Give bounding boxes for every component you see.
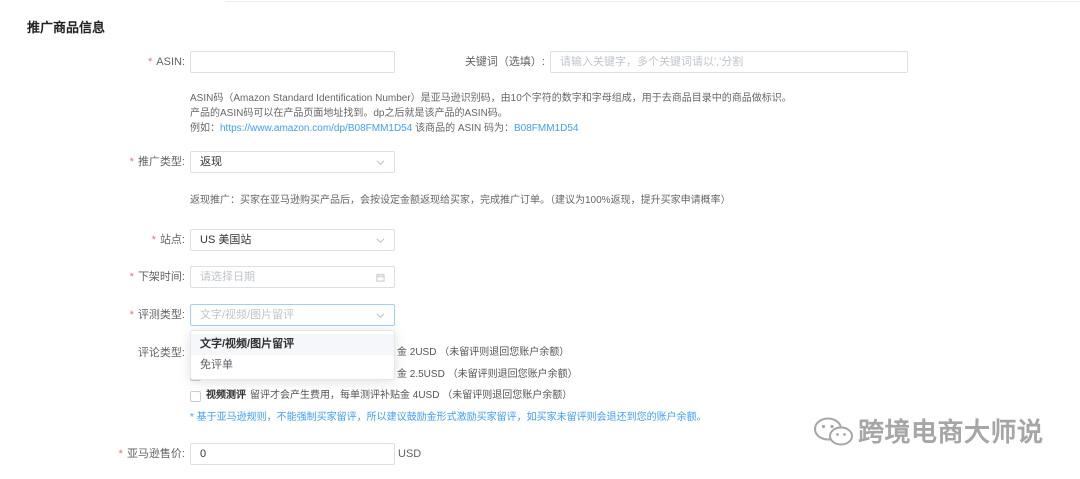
review-rule-note: * 基于亚马逊规则，不能强制买家留评，所以建议鼓励金形式激励买家留评，如买家未留…: [190, 412, 707, 423]
site-label: * 站点:: [151, 234, 185, 246]
eval-type-placeholder: 文字/视频/图片留评: [200, 309, 295, 321]
video-review-title: 视频测评: [206, 390, 246, 401]
comment-type-row1-text: 金 2USD （未留评则退回您账户余额）: [397, 347, 570, 358]
watermark-text: 跨境电商大师说: [858, 417, 1044, 447]
eval-type-label: * 评测类型:: [129, 309, 185, 321]
section-title: 推广商品信息: [27, 20, 106, 35]
chevron-down-icon: [376, 313, 385, 319]
promo-type-select[interactable]: 返现: [190, 151, 395, 173]
asin-label: * ASIN:: [147, 56, 185, 68]
keyword-placeholder: 请输入关键字，多个关键词请以','分割: [560, 56, 744, 68]
chevron-down-icon: [376, 238, 385, 244]
required-mark: *: [147, 56, 153, 68]
asin-example-link[interactable]: https://www.amazon.com/dp/B08FMM1D54: [220, 123, 412, 134]
comment-type-label: 评论类型:: [137, 347, 185, 359]
delist-time-label: * 下架时间:: [129, 271, 185, 283]
asin-example-code: B08FMM1D54: [514, 123, 579, 134]
delist-date-picker[interactable]: 请选择日期: [190, 266, 395, 288]
comment-type-row2-text: 金 2.5USD （未留评则退回您账户余额）: [397, 369, 578, 380]
site-select[interactable]: US 美国站: [190, 229, 395, 251]
price-unit: USD: [398, 448, 422, 460]
comment-type-row3-text: 视频测评 留评才会产生费用，每单测评补贴金 4USD （未留评则退回您账户余额）: [206, 390, 573, 401]
wechat-icon: [814, 417, 853, 446]
delist-date-placeholder: 请选择日期: [200, 271, 255, 283]
eval-type-select[interactable]: 文字/视频/图片留评: [190, 304, 395, 326]
keyword-label: 关键词（选填）:: [464, 56, 545, 68]
top-tab-gap: [0, 0, 225, 3]
eval-type-option[interactable]: 免评单: [191, 355, 394, 376]
price-value: 0: [200, 448, 207, 460]
chevron-down-icon: [376, 160, 385, 166]
price-label: * 亚马逊售价:: [118, 448, 185, 460]
calendar-icon: [376, 273, 385, 282]
promo-type-value: 返现: [200, 156, 222, 168]
asin-help-line2: 产品的ASIN码可以在产品页面地址找到。dp之后就是该产品的ASIN码。: [190, 108, 508, 119]
eval-type-option[interactable]: 文字/视频/图片留评: [191, 334, 394, 355]
asin-help-line3: 例如：https://www.amazon.com/dp/B08FMM1D54 …: [190, 123, 579, 134]
eval-type-dropdown: 文字/视频/图片留评 免评单: [190, 330, 395, 380]
asin-help-line1: ASIN码（Amazon Standard Identification Num…: [190, 93, 792, 104]
promo-type-label: * 推广类型:: [129, 156, 185, 168]
keyword-input[interactable]: 请输入关键字，多个关键词请以','分割: [550, 51, 908, 73]
video-review-checkbox[interactable]: [190, 391, 201, 402]
price-input[interactable]: 0: [190, 443, 395, 465]
site-value: US 美国站: [200, 234, 252, 246]
promo-type-help: 返现推广：买家在亚马逊购买产品后，会按设定金额返现给买家，完成推广订单。（建议为…: [190, 195, 731, 206]
